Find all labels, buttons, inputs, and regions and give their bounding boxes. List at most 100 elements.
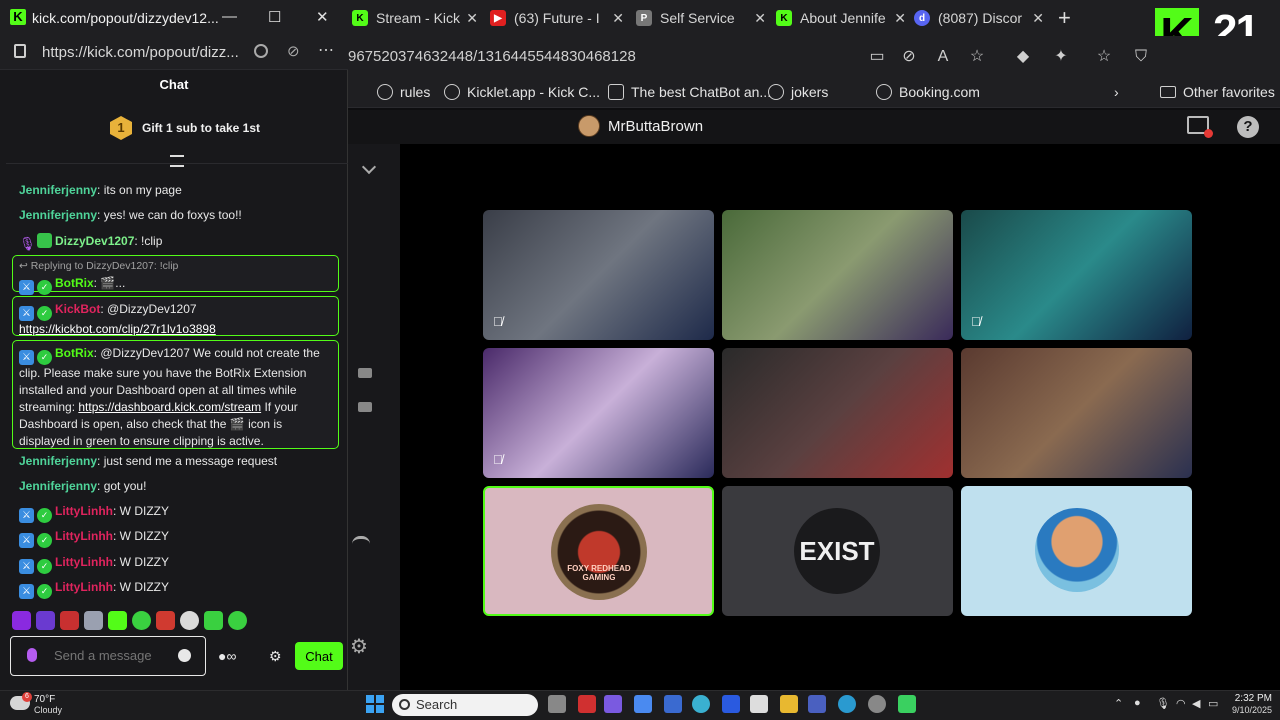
shield-icon[interactable]: ⛉ bbox=[1130, 46, 1152, 68]
camera-icon[interactable] bbox=[358, 402, 372, 412]
chevron-down-icon[interactable] bbox=[361, 159, 377, 175]
chat-username[interactable]: DizzyDev1207 bbox=[55, 234, 134, 248]
close-icon[interactable]: ✕ bbox=[894, 10, 906, 27]
task-view-icon[interactable] bbox=[548, 695, 566, 713]
send-chat-button[interactable]: Chat bbox=[295, 642, 343, 670]
app-icon[interactable] bbox=[722, 695, 740, 713]
chat-username[interactable]: LittyLinhh bbox=[55, 555, 113, 569]
folder-icon[interactable] bbox=[780, 695, 798, 713]
message-input[interactable] bbox=[54, 648, 174, 663]
other-favorites[interactable]: Other favorites bbox=[1160, 84, 1275, 100]
help-icon[interactable]: ? bbox=[1237, 116, 1259, 138]
emote-icon[interactable] bbox=[60, 611, 79, 630]
new-tab-button[interactable]: + bbox=[1058, 5, 1071, 31]
mic-icon[interactable]: ● bbox=[1134, 697, 1141, 709]
close-icon[interactable]: ✕ bbox=[1032, 10, 1044, 27]
weather-temp[interactable]: 70°F bbox=[34, 694, 55, 705]
app-icon[interactable] bbox=[664, 695, 682, 713]
streamer-avatar[interactable] bbox=[578, 115, 600, 137]
emote-icon[interactable] bbox=[84, 611, 103, 630]
extension-icon[interactable]: ◆ bbox=[1012, 46, 1034, 68]
emote-icon[interactable] bbox=[156, 611, 175, 630]
bookmark-booking[interactable]: Booking.com bbox=[876, 84, 980, 100]
video-tile[interactable] bbox=[961, 348, 1192, 478]
video-tile[interactable] bbox=[722, 210, 953, 340]
bookmark-chatbot[interactable]: The best ChatBot an... bbox=[608, 84, 771, 100]
tab-self-service[interactable]: P Self Service ✕ bbox=[636, 4, 770, 32]
emote-icon[interactable] bbox=[12, 611, 31, 630]
address-input[interactable]: 967520374632448/1316445544830468128 bbox=[348, 48, 636, 65]
bookmark-kicklet[interactable]: Kicklet.app - Kick C... bbox=[444, 84, 600, 100]
mic-icon[interactable] bbox=[27, 648, 37, 662]
emote-icon[interactable] bbox=[108, 611, 127, 630]
edge-icon[interactable] bbox=[838, 695, 856, 713]
clock-date[interactable]: 9/10/2025 bbox=[1222, 705, 1272, 715]
taskbar-search[interactable]: Search bbox=[392, 694, 538, 716]
tab-discord[interactable]: d (8087) Discor ✕ bbox=[914, 4, 1048, 32]
video-tile[interactable] bbox=[961, 486, 1192, 616]
emote-icon[interactable] bbox=[180, 611, 199, 630]
windows-start-icon[interactable] bbox=[366, 695, 384, 713]
read-aloud-icon[interactable]: A bbox=[932, 46, 954, 68]
screen-share-icon[interactable] bbox=[1187, 116, 1213, 138]
reply-context[interactable]: ↩ Replying to DizzyDev1207: !clip bbox=[19, 258, 332, 275]
close-icon[interactable]: ✕ bbox=[754, 10, 766, 27]
app-icon[interactable] bbox=[808, 695, 826, 713]
clock-time[interactable]: 2:32 PM bbox=[1232, 693, 1272, 704]
emote-icon[interactable] bbox=[132, 611, 151, 630]
gear-icon[interactable]: ⚙ bbox=[350, 634, 368, 659]
app-icon[interactable] bbox=[898, 695, 916, 713]
bookmarks-overflow-icon[interactable]: › bbox=[1114, 84, 1119, 100]
mic-icon[interactable]: 🎙 bbox=[1156, 697, 1170, 710]
tab-youtube[interactable]: ▶ (63) Future - I ✕ bbox=[490, 4, 628, 32]
channel-points-icon[interactable]: ●∞ bbox=[218, 648, 236, 664]
chat-username[interactable]: BotRix bbox=[55, 346, 94, 360]
copilot-icon[interactable] bbox=[634, 695, 652, 713]
emote-icon[interactable] bbox=[36, 611, 55, 630]
gear-icon[interactable] bbox=[868, 695, 886, 713]
chevron-up-icon[interactable]: ⌃ bbox=[1114, 697, 1123, 710]
video-tile[interactable]: 🎙̸ bbox=[961, 210, 1192, 340]
video-tile[interactable]: EXIST bbox=[722, 486, 953, 616]
emoji-icon[interactable] bbox=[178, 649, 191, 662]
chat-username[interactable]: Jenniferjenny bbox=[19, 454, 97, 468]
wifi-icon[interactable]: ◠ bbox=[1176, 697, 1186, 710]
video-tile[interactable]: 🎙̸ bbox=[483, 210, 714, 340]
dashboard-link[interactable]: https://dashboard.kick.com/stream bbox=[78, 400, 261, 414]
chat-username[interactable]: Jenniferjenny bbox=[19, 208, 97, 222]
camera-icon[interactable]: ▭ bbox=[866, 46, 888, 68]
tracking-icon[interactable]: ⊘ bbox=[287, 42, 300, 60]
video-tile[interactable]: FOXY REDHEAD GAMING bbox=[483, 486, 714, 616]
weather-condition[interactable]: Cloudy bbox=[34, 705, 62, 715]
emote-icon[interactable] bbox=[228, 611, 247, 630]
emote-icon[interactable] bbox=[204, 611, 223, 630]
app-icon[interactable] bbox=[578, 695, 596, 713]
maximize-icon[interactable]: ☐ bbox=[268, 8, 281, 26]
volume-icon[interactable]: ◀ bbox=[1192, 697, 1200, 710]
close-icon[interactable]: ✕ bbox=[612, 10, 624, 27]
video-tile[interactable]: 🎙̸ bbox=[483, 348, 714, 478]
store-icon[interactable] bbox=[750, 695, 768, 713]
favorites-icon[interactable]: ☆ bbox=[1093, 46, 1115, 68]
app-icon[interactable] bbox=[604, 695, 622, 713]
chat-username[interactable]: Jenniferjenny bbox=[19, 479, 97, 493]
video-tile[interactable] bbox=[722, 348, 953, 478]
streamer-name[interactable]: MrButtaBrown bbox=[608, 118, 703, 135]
minimize-icon[interactable]: — bbox=[222, 8, 237, 25]
chat-username[interactable]: BotRix bbox=[55, 276, 94, 290]
chat-username[interactable]: LittyLinhh bbox=[55, 529, 113, 543]
collapse-icon[interactable] bbox=[170, 155, 184, 167]
clip-link[interactable]: https://kickbot.com/clip/27r1lv1o3898 bbox=[19, 322, 216, 336]
tab-stream-kick[interactable]: K Stream - Kick ✕ bbox=[352, 4, 482, 32]
close-icon[interactable]: ✕ bbox=[316, 8, 329, 26]
close-icon[interactable]: ✕ bbox=[466, 10, 478, 27]
app-icon[interactable] bbox=[692, 695, 710, 713]
chat-username[interactable]: Jenniferjenny bbox=[19, 183, 97, 197]
tab-about-jennifer[interactable]: K About Jennife ✕ bbox=[776, 4, 910, 32]
gear-icon[interactable]: ⚙ bbox=[269, 648, 282, 665]
bookmark-jokers[interactable]: jokers bbox=[768, 84, 828, 100]
popout-url[interactable]: https://kick.com/popout/dizz... bbox=[42, 44, 239, 61]
chat-username[interactable]: LittyLinhh bbox=[55, 504, 113, 518]
favorite-star-icon[interactable]: ☆ bbox=[966, 46, 988, 68]
phone-icon[interactable] bbox=[352, 536, 370, 544]
